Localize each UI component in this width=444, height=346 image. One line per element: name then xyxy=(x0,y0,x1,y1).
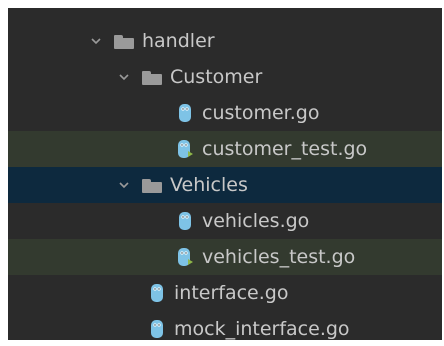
tree-item-label: vehicles_test.go xyxy=(202,245,356,268)
tree-item-handler[interactable]: handler xyxy=(8,23,442,59)
go-file-icon xyxy=(148,318,166,340)
folder-icon xyxy=(142,177,162,193)
folder-icon xyxy=(114,33,134,49)
partial-tree-row[interactable] xyxy=(8,8,442,20)
chevron-down-icon[interactable] xyxy=(116,177,132,193)
project-tree[interactable]: handler Customer customer.go customer_te… xyxy=(8,8,442,340)
tree-item-label: Vehicles xyxy=(170,173,248,196)
tree-item-mock-interface-go[interactable]: mock_interface.go xyxy=(8,311,442,340)
tree-item-label: customer.go xyxy=(202,101,320,124)
tree-item-label: interface.go xyxy=(174,281,289,304)
go-file-icon xyxy=(148,282,166,304)
chevron-down-icon[interactable] xyxy=(88,33,104,49)
tree-item-label: handler xyxy=(142,29,215,52)
tree-item-customer[interactable]: Customer xyxy=(8,59,442,95)
tree-item-vehicles-go[interactable]: vehicles.go xyxy=(8,203,442,239)
screenshot-panel: handler Customer customer.go customer_te… xyxy=(0,0,444,346)
go-file-icon xyxy=(176,102,194,124)
tree-item-interface-go[interactable]: interface.go xyxy=(8,275,442,311)
go-test-file-icon xyxy=(176,246,194,268)
folder-icon xyxy=(142,69,162,85)
tree-item-label: vehicles.go xyxy=(202,209,310,232)
tree-item-customer-go[interactable]: customer.go xyxy=(8,95,442,131)
go-file-icon xyxy=(176,210,194,232)
tree-item-label: customer_test.go xyxy=(202,137,368,160)
chevron-down-icon[interactable] xyxy=(116,69,132,85)
tree-item-customer-test-go[interactable]: customer_test.go xyxy=(8,131,442,167)
tree-item-label: mock_interface.go xyxy=(174,317,350,340)
tree-item-vehicles-test-go[interactable]: vehicles_test.go xyxy=(8,239,442,275)
tree-item-vehicles[interactable]: Vehicles xyxy=(8,167,442,203)
go-test-file-icon xyxy=(176,138,194,160)
tree-item-label: Customer xyxy=(170,65,263,88)
